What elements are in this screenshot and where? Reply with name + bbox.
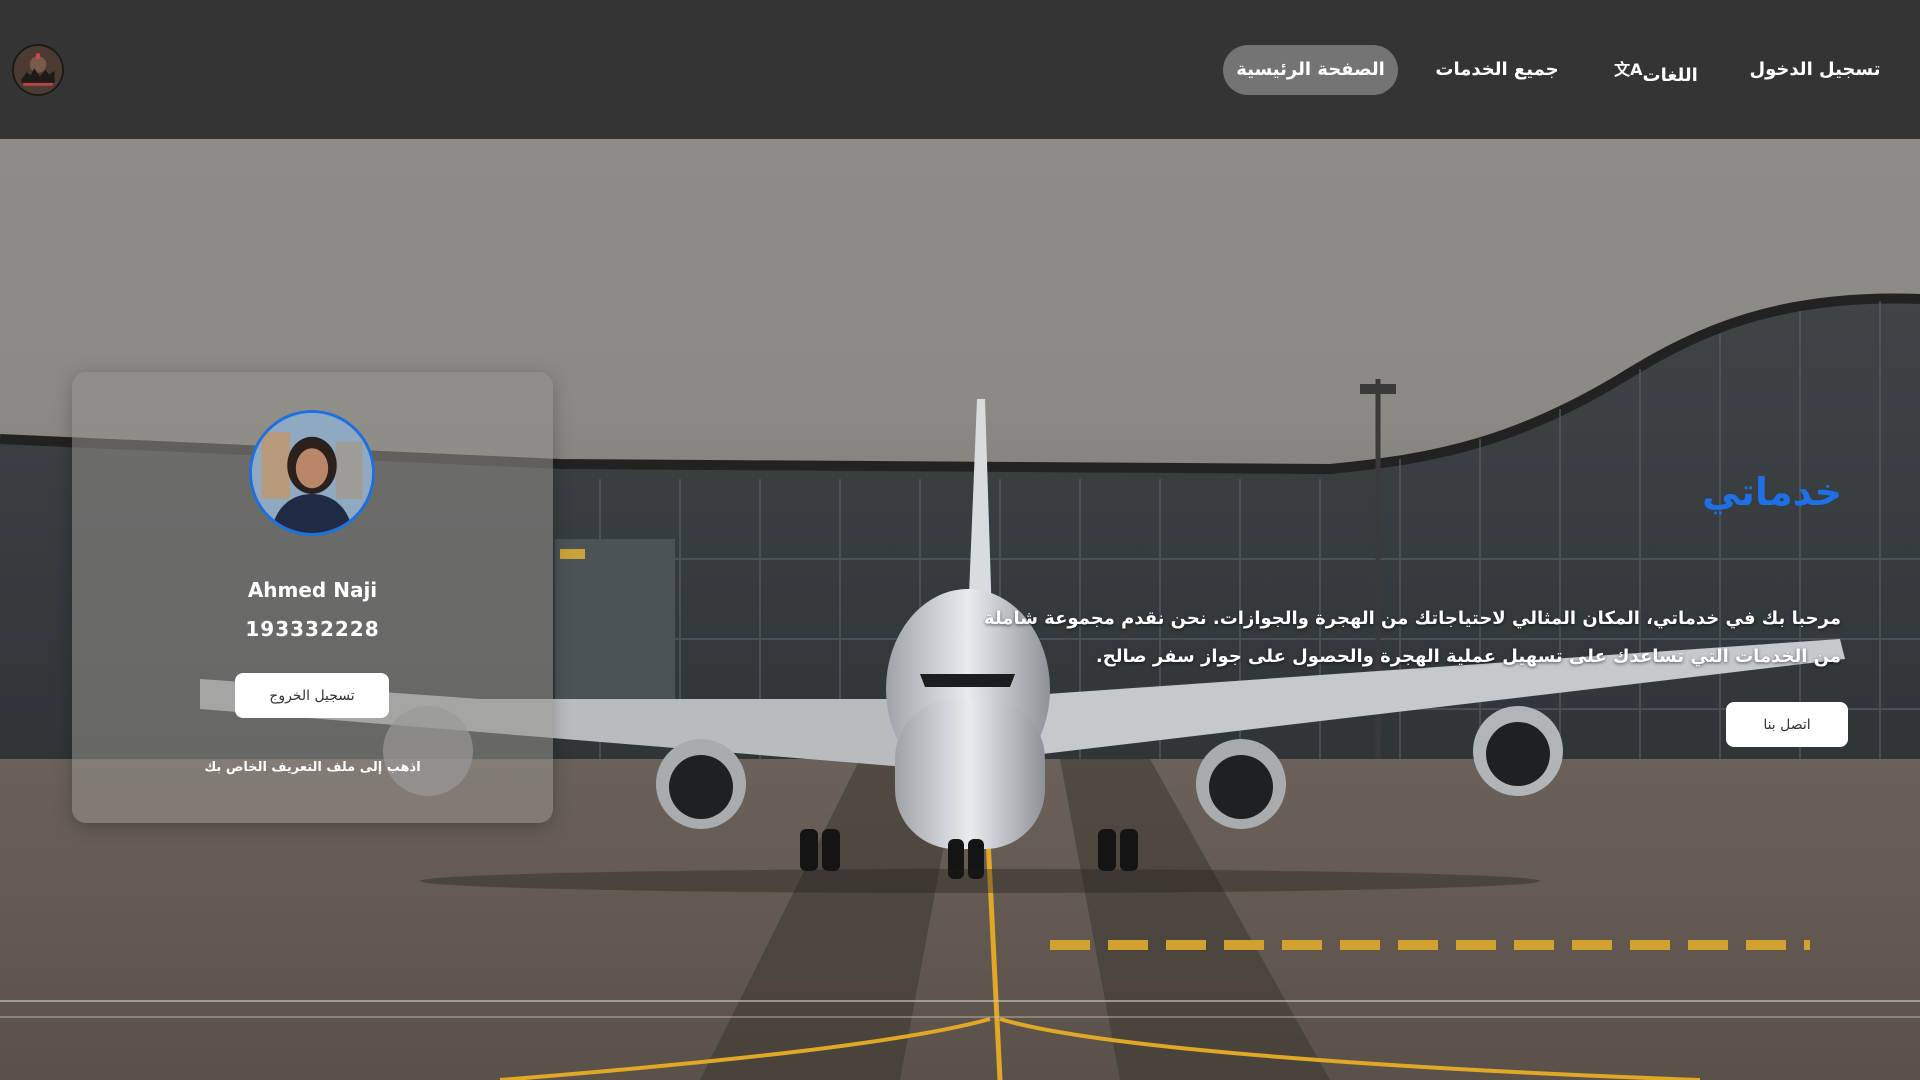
site-logo-icon[interactable] bbox=[12, 44, 64, 96]
hero-description: مرحبا بك في خدماتي، المكان المثالي لاحتي… bbox=[984, 608, 1841, 667]
contact-us-button[interactable]: اتصل بنا bbox=[1726, 702, 1848, 747]
top-navbar: تسجيل الدخول 文Aاللغات جميع الخدمات الصفح… bbox=[0, 0, 1920, 139]
logout-button[interactable]: تسجيل الخروج bbox=[235, 673, 389, 718]
nav-languages-dropdown[interactable]: 文Aاللغات bbox=[1600, 45, 1710, 95]
nav-login-label: تسجيل الدخول bbox=[1749, 59, 1881, 80]
avatar[interactable] bbox=[249, 410, 375, 536]
nav-languages-label: اللغات bbox=[1642, 65, 1698, 86]
hero-title: خدماتي bbox=[1702, 470, 1842, 514]
translate-icon: 文A bbox=[1614, 60, 1643, 79]
nav-login-link[interactable]: تسجيل الدخول bbox=[1730, 45, 1900, 95]
nav-home-label: الصفحة الرئيسية bbox=[1236, 59, 1385, 80]
profile-id-number: 193332228 bbox=[245, 617, 380, 641]
go-to-profile-link[interactable]: اذهب إلى ملف التعريف الخاص بك bbox=[72, 760, 553, 775]
nav-all-services-label: جميع الخدمات bbox=[1435, 59, 1559, 80]
nav-home-link[interactable]: الصفحة الرئيسية bbox=[1223, 45, 1398, 95]
nav-all-services-link[interactable]: جميع الخدمات bbox=[1432, 45, 1562, 95]
profile-card: Ahmed Naji 193332228 تسجيل الخروج اذهب إ… bbox=[72, 372, 553, 823]
profile-name: Ahmed Naji bbox=[247, 578, 378, 602]
